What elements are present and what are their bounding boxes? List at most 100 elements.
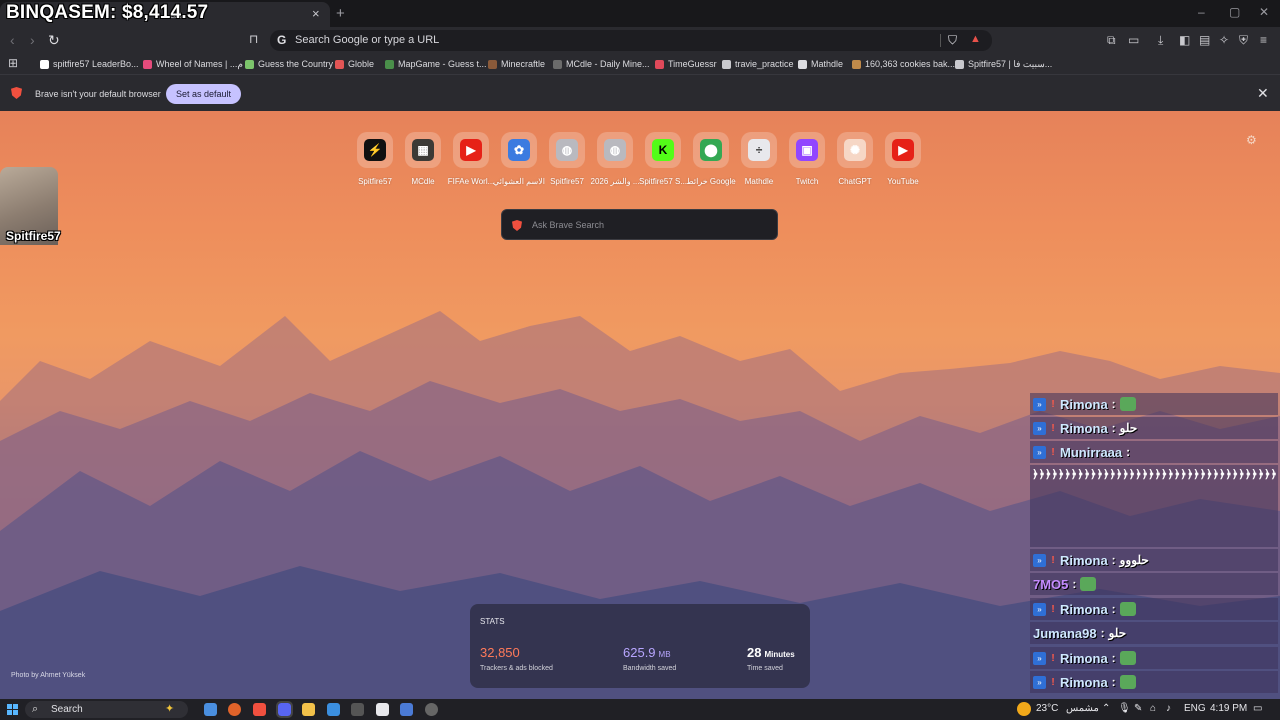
chat-message: Jumana98: حلو	[1030, 622, 1278, 644]
top-site-tile[interactable]: ▦ MCdle	[399, 132, 447, 186]
close-window-button[interactable]: ✕	[1259, 5, 1269, 19]
pen-icon[interactable]: ✎	[1134, 703, 1142, 714]
bookmark-item[interactable]: Globle	[335, 57, 374, 71]
weather-temperature[interactable]: 23°C	[1036, 703, 1058, 714]
notifications-icon[interactable]: ▭	[1253, 703, 1262, 714]
clock-app-icon[interactable]	[425, 703, 438, 716]
top-site-label: Spitfire57	[550, 177, 584, 186]
bookmark-item[interactable]: Mathdle	[798, 57, 843, 71]
obs-app-icon[interactable]	[351, 703, 364, 716]
extensions-icon[interactable]: ⧉	[1107, 33, 1116, 48]
tab-search-icon[interactable]: ▭	[1128, 33, 1139, 47]
app-icon[interactable]	[400, 703, 413, 716]
top-site-tile[interactable]: ▶ FIFAe Worl...	[447, 132, 495, 186]
discord-app-icon[interactable]	[276, 701, 293, 718]
top-site-tile[interactable]: ▶ YouTube	[879, 132, 927, 186]
bookmark-item[interactable]: Wheel of Names | ...م	[143, 57, 243, 71]
bookmark-favicon-icon	[488, 59, 497, 69]
brave-app-icon[interactable]	[253, 703, 266, 716]
bookmark-icon[interactable]: ⊓	[249, 32, 261, 47]
bookmark-favicon-icon	[335, 59, 344, 69]
windows-start-icon[interactable]	[7, 704, 18, 715]
bookmark-label: Wheel of Names | ...م	[156, 58, 243, 69]
copilot-app-icon[interactable]	[204, 703, 217, 716]
capcut-app-icon[interactable]	[376, 703, 389, 716]
back-button[interactable]: ‹	[10, 32, 15, 48]
maximize-button[interactable]: ▢	[1229, 5, 1240, 19]
photo-credit[interactable]: Photo by Ahmet Yüksek	[11, 672, 85, 679]
bookmark-label: 160,363 cookies bak...	[865, 59, 956, 69]
minimize-button[interactable]: –	[1198, 5, 1205, 19]
bookmark-item[interactable]: travie_practice	[722, 57, 794, 71]
top-site-tile[interactable]: ▣ Twitch	[783, 132, 831, 186]
reload-button[interactable]: ↻	[48, 32, 60, 49]
bookmark-item[interactable]: Spitfire57 | سبيت فا...	[955, 57, 1052, 71]
bookmark-item[interactable]: Guess the Country	[245, 57, 333, 71]
chat-spam-text: ﴿﴿﴿﴿﴿﴿﴿﴿﴿﴿﴿﴿﴿﴿﴿﴿﴿﴿﴿﴿﴿﴿﴿﴿﴿﴿﴿﴿﴿﴿﴿﴿﴿﴿﴿﴿﴿﴿	[1030, 465, 1278, 547]
bookmark-label: MapGame - Guess t...	[398, 59, 487, 69]
bookmark-item[interactable]: 160,363 cookies bak...	[852, 57, 955, 71]
top-site-tile[interactable]: ⬤ خرائط Google	[686, 132, 736, 186]
file-explorer-icon[interactable]	[302, 703, 315, 716]
chat-alert-icon: !	[1051, 652, 1055, 664]
top-site-tile[interactable]: ÷ Mathdle	[735, 132, 783, 186]
chat-alert-icon: !	[1051, 422, 1055, 434]
apps-grid-icon[interactable]: ⊞	[8, 56, 18, 70]
chat-username: Rimona	[1060, 420, 1108, 436]
bookmark-item[interactable]: TimeGuessr	[655, 57, 717, 71]
address-bar[interactable]: G Search Google or type a URL ⛉ ▲	[270, 30, 992, 51]
vpn-icon[interactable]: ⛨	[1239, 33, 1248, 48]
downloads-icon[interactable]: ⤓	[1158, 33, 1163, 48]
top-site-tile[interactable]: ✺ ChatGPT	[831, 132, 879, 186]
menu-icon[interactable]: ≡	[1260, 33, 1267, 47]
top-site-tile[interactable]: ◍ 2026 والشر ...	[591, 132, 640, 186]
chat-message: 7MO5:	[1030, 573, 1278, 595]
weather-sun-icon[interactable]	[1017, 702, 1031, 716]
sidebar-icon[interactable]: ◧	[1179, 33, 1190, 47]
bandwidth-label: Bandwidth saved	[623, 665, 677, 672]
brave-search-box[interactable]: Ask Brave Search	[501, 209, 778, 240]
tab-strip: ab × + – ▢ ✕ BINQASEM: $8,414.57	[0, 0, 1280, 27]
chat-username: Rimona	[1060, 650, 1108, 666]
infobar-close-icon[interactable]: ✕	[1257, 85, 1269, 102]
microphone-icon[interactable]: 🎙	[1118, 703, 1131, 714]
bookmark-item[interactable]: MapGame - Guess t...	[385, 57, 487, 71]
tray-chevron-icon[interactable]: ⌃	[1102, 703, 1110, 714]
wallet-icon[interactable]: ▤	[1199, 33, 1210, 47]
default-browser-infobar: Brave isn't your default browser Set as …	[0, 74, 1280, 111]
chat-message: »! Rimona: حلووو	[1030, 549, 1278, 571]
weather-condition[interactable]: مشمس	[1066, 703, 1099, 714]
bookmark-favicon-icon	[852, 59, 861, 69]
kick-badge-icon: »	[1033, 651, 1046, 665]
input-language[interactable]: ENG	[1184, 703, 1206, 714]
brave-shields-icon[interactable]: ⛉	[948, 33, 957, 48]
brave-rewards-icon[interactable]: ▲	[970, 33, 981, 45]
new-tab-button[interactable]: +	[336, 5, 345, 22]
bookmark-item[interactable]: Minecraftle	[488, 57, 545, 71]
top-site-icon-box: ▶	[885, 132, 921, 168]
leo-ai-icon[interactable]: ✧	[1219, 33, 1229, 47]
tab-close-icon[interactable]: ×	[312, 6, 320, 21]
chat-separator: :	[1072, 577, 1077, 591]
todo-app-icon[interactable]	[327, 703, 340, 716]
volume-icon[interactable]: ♪	[1166, 703, 1171, 714]
top-site-tile[interactable]: ◍ Spitfire57	[543, 132, 591, 186]
network-icon[interactable]: ⌂	[1150, 703, 1156, 714]
bookmark-favicon-icon	[385, 59, 394, 69]
settings-gear-icon[interactable]: ⚙	[1246, 133, 1257, 147]
bookmark-item[interactable]: MCdle - Daily Mine...	[553, 57, 650, 71]
firefox-app-icon[interactable]	[228, 703, 241, 716]
forward-button[interactable]: ›	[30, 32, 35, 48]
top-site-favicon-icon: ◍	[556, 139, 578, 161]
top-site-label: MCdle	[411, 177, 435, 186]
taskbar-search[interactable]: ⌕ Search ✦	[25, 701, 188, 718]
bandwidth-unit: MB	[658, 650, 671, 659]
chat-message: »! Rimona:	[1030, 671, 1278, 693]
set-default-button[interactable]: Set as default	[166, 84, 241, 104]
bookmark-item[interactable]: spitfire57 LeaderBo...	[40, 57, 139, 71]
clock-time[interactable]: 4:19 PM	[1210, 703, 1247, 714]
top-site-tile[interactable]: ✿ الاسم العشوائي	[493, 132, 545, 186]
top-site-tile[interactable]: ⚡ Spitfire57	[351, 132, 399, 186]
top-site-label: Spitfire57	[358, 177, 392, 186]
top-site-tile[interactable]: K Spitfire57 S...	[639, 132, 687, 186]
